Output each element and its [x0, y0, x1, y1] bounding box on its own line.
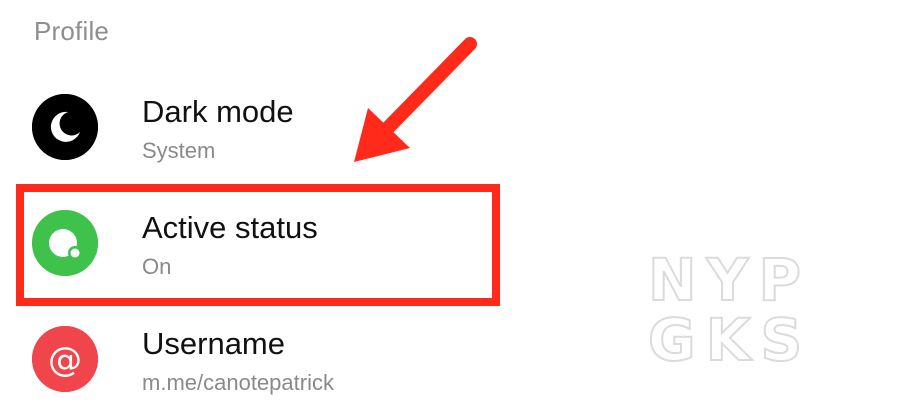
username-value: m.me/canotepatrick — [142, 370, 334, 395]
watermark-line-2: GKS — [647, 306, 813, 374]
at-icon: @ — [32, 326, 98, 392]
dark-mode-title: Dark mode — [142, 94, 294, 129]
svg-text:@: @ — [48, 340, 82, 380]
section-header-profile: Profile — [34, 16, 110, 46]
highlight-box — [16, 184, 500, 306]
watermark-logo: NYP GKS — [647, 246, 813, 374]
username-title: Username — [142, 326, 285, 361]
arrow-annotation-icon — [354, 37, 477, 162]
dark-mode-value: System — [142, 138, 216, 163]
watermark-line-1: NYP — [647, 246, 812, 314]
settings-item-username[interactable]: @ Username m.me/canotepatrick — [0, 312, 520, 412]
moon-icon — [32, 94, 98, 160]
